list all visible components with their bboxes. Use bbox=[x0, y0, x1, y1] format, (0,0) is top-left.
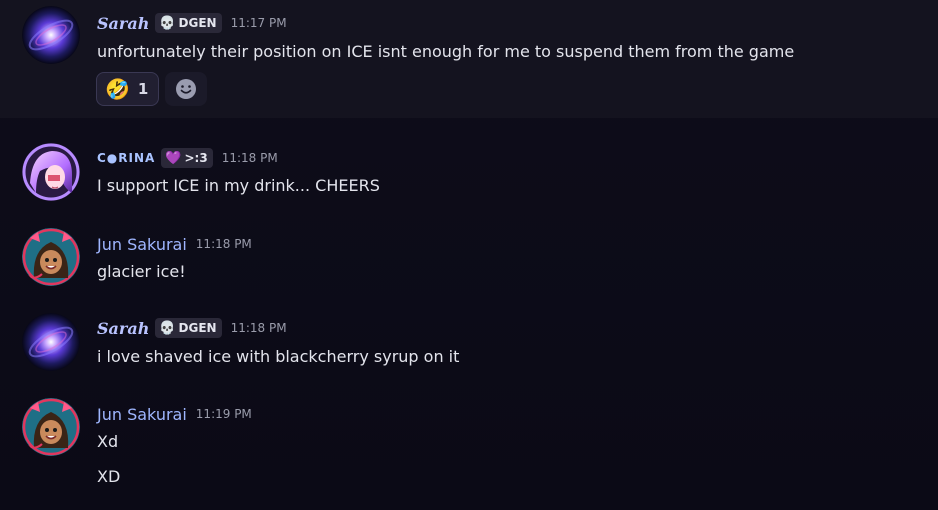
role-tag[interactable]: 💀 DGEN bbox=[155, 318, 222, 338]
role-tag-label: DGEN bbox=[178, 321, 217, 335]
username[interactable]: Sarah bbox=[97, 319, 149, 338]
message-row[interactable]: Jun Sakurai 11:18 PM glacier ice! bbox=[0, 226, 938, 296]
smile-add-icon bbox=[176, 79, 197, 99]
username[interactable]: C●RINA bbox=[97, 151, 155, 165]
message-text: I support ICE in my drink... CHEERS bbox=[97, 176, 380, 195]
message-text: glacier ice! bbox=[97, 262, 186, 281]
timestamp[interactable]: 11:18 PM bbox=[196, 237, 252, 251]
chat-message-list: Sarah 💀 DGEN 11:17 PM unfortunately thei… bbox=[0, 0, 938, 510]
galaxy-avatar-icon bbox=[22, 6, 80, 64]
role-tag-label: >:3 bbox=[184, 151, 208, 165]
user-avatar-sarah[interactable] bbox=[22, 313, 80, 371]
message-text: i love shaved ice with blackcherry syrup… bbox=[97, 347, 460, 366]
username[interactable]: Sarah bbox=[97, 14, 149, 33]
message-text: Xd bbox=[97, 432, 119, 451]
message-text: XD bbox=[97, 467, 121, 486]
role-tag[interactable]: 💜 >:3 bbox=[161, 148, 213, 168]
message-row[interactable]: Sarah 💀 DGEN 11:17 PM unfortunately thei… bbox=[0, 0, 938, 118]
reaction-bar: 🤣 1 bbox=[96, 72, 208, 106]
timestamp[interactable]: 11:18 PM bbox=[231, 321, 287, 335]
add-reaction-button[interactable] bbox=[165, 72, 208, 106]
message-row[interactable]: Jun Sakurai 11:19 PM Xd XD bbox=[0, 396, 938, 506]
timestamp[interactable]: 11:19 PM bbox=[196, 407, 252, 421]
reaction-button[interactable]: 🤣 1 bbox=[96, 72, 160, 106]
anime-girl-avatar-icon bbox=[22, 143, 80, 201]
timestamp[interactable]: 11:18 PM bbox=[222, 151, 278, 165]
message-row[interactable]: C●RINA 💜 >:3 11:18 PM I support ICE in m… bbox=[0, 140, 938, 210]
rofl-emoji-icon: 🤣 bbox=[105, 77, 130, 101]
cartoon-girl-avatar-icon bbox=[22, 228, 80, 286]
role-tag[interactable]: 💀 DGEN bbox=[155, 13, 222, 33]
username[interactable]: Jun Sakurai bbox=[97, 405, 187, 424]
galaxy-avatar-icon bbox=[22, 313, 80, 371]
message-row[interactable]: Sarah 💀 DGEN 11:18 PM i love shaved ice … bbox=[0, 310, 938, 382]
user-avatar-jun[interactable] bbox=[22, 398, 80, 456]
timestamp[interactable]: 11:17 PM bbox=[231, 16, 287, 30]
message-text: unfortunately their position on ICE isnt… bbox=[97, 42, 795, 61]
username[interactable]: Jun Sakurai bbox=[97, 235, 187, 254]
skull-icon: 💀 bbox=[159, 15, 176, 31]
user-avatar-corina[interactable] bbox=[22, 143, 80, 201]
user-avatar-sarah[interactable] bbox=[22, 6, 80, 64]
purple-heart-icon: 💜 bbox=[165, 150, 182, 166]
user-avatar-jun[interactable] bbox=[22, 228, 80, 286]
reaction-count: 1 bbox=[137, 80, 149, 98]
skull-icon: 💀 bbox=[159, 320, 176, 336]
cartoon-girl-avatar-icon bbox=[22, 398, 80, 456]
role-tag-label: DGEN bbox=[178, 16, 217, 30]
